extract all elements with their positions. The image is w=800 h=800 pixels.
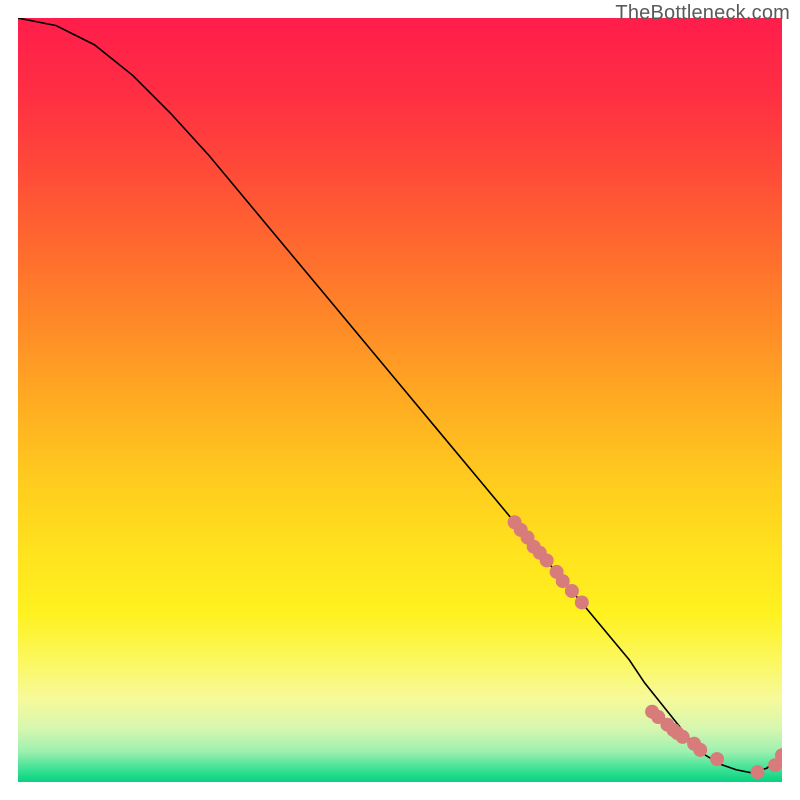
attribution-label: TheBottleneck.com (615, 2, 790, 25)
chart-overlay (18, 18, 782, 782)
highlight-point (751, 765, 765, 779)
highlight-point (710, 752, 724, 766)
highlight-point (540, 553, 554, 567)
highlight-point (575, 595, 589, 609)
highlight-points-group (508, 515, 782, 779)
curve-path (18, 18, 782, 773)
highlight-point (565, 584, 579, 598)
bottleneck-chart: TheBottleneck.com (0, 0, 800, 800)
highlight-point (693, 743, 707, 757)
